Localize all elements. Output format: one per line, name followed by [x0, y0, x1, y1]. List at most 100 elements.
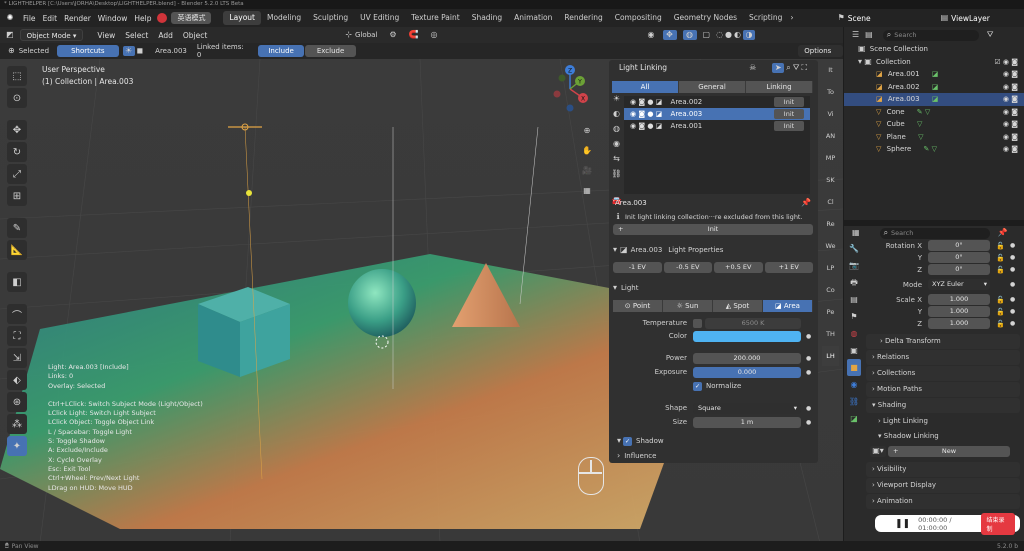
keyframe-dot-icon[interactable]: ● — [806, 333, 811, 340]
keyframe-dot-icon[interactable]: ● — [1010, 318, 1015, 330]
light-filter-icon[interactable]: ☀ — [611, 94, 622, 104]
init-button[interactable]: Init — [774, 97, 804, 107]
skull-icon[interactable]: ☠ — [749, 63, 756, 73]
outliner-editor-icon[interactable]: ☰ — [852, 30, 859, 40]
light-linking-subsection[interactable]: › Light Linking — [866, 414, 1020, 429]
temperature-field[interactable]: 6500 K — [705, 317, 801, 329]
search-icon[interactable]: ⌕ — [786, 63, 790, 73]
shadow-row[interactable]: ▾ ✓ Shadow — [617, 435, 817, 447]
blender-logo-icon[interactable]: ✺ — [4, 13, 16, 23]
collection-tab-icon[interactable]: ▣ — [847, 342, 861, 359]
sphere-object[interactable] — [348, 269, 416, 337]
pause-icon[interactable]: ❚❚ — [895, 519, 910, 529]
shading-rendered-icon[interactable]: ◑ — [743, 30, 756, 40]
filter-icon[interactable]: ⛛ — [987, 30, 994, 40]
light-helper-tool[interactable]: ✦ — [7, 436, 27, 456]
scale-y-field[interactable]: 1.000 — [928, 306, 990, 317]
scale-z-field[interactable]: 1.000 — [928, 318, 990, 329]
new-collection-button[interactable]: + New — [888, 445, 1010, 457]
shading-material-icon[interactable]: ◐ — [734, 30, 741, 40]
rotate-tool[interactable]: ↻ — [7, 142, 27, 162]
expand-icon[interactable]: ⛶ — [801, 63, 807, 73]
keyframe-dot-icon[interactable]: ● — [1010, 264, 1015, 276]
motion-paths-section[interactable]: › Motion Paths — [866, 382, 1020, 397]
select-box-tool[interactable]: ⬚ — [7, 66, 27, 86]
list-item[interactable]: ◉ ◙ ● ◪ Area.001 Init — [624, 120, 810, 132]
perspective-grid-icon[interactable]: ▦ — [579, 181, 595, 201]
keyframe-dot-icon[interactable]: ● — [806, 355, 811, 362]
gizmo-toggle-icon[interactable]: ✥ — [662, 30, 677, 40]
light-helper-hud[interactable]: Light: Area.003 [Include] Links: 0 Overl… — [48, 363, 203, 493]
tab-we[interactable]: We — [822, 236, 839, 256]
type-sun[interactable]: ☼ Sun — [663, 300, 713, 312]
lock-icon[interactable]: 🔓 — [996, 294, 1005, 306]
tab-rendering[interactable]: Rendering — [558, 11, 608, 25]
menu-add[interactable]: Add — [158, 31, 173, 40]
cursor-tool[interactable]: ⊙ — [7, 88, 27, 108]
cursor-pick-icon[interactable]: ➤ — [772, 63, 785, 73]
init-button[interactable]: Init — [774, 109, 804, 119]
animation-section[interactable]: › Animation — [866, 494, 1020, 509]
tab-texture-paint[interactable]: Texture Paint — [405, 11, 465, 25]
ev-plus-1-button[interactable]: +1 EV — [764, 262, 813, 273]
tab-an[interactable]: AN — [822, 126, 839, 146]
tab-lp[interactable]: LP — [822, 258, 839, 278]
world-tab-icon[interactable]: ◍ — [847, 325, 861, 342]
pivot-icon[interactable]: ⚙ — [389, 30, 396, 40]
snap-icon[interactable]: 🧲 — [409, 30, 419, 40]
shortcuts-button[interactable]: Shortcuts — [57, 45, 119, 57]
collection-browse-icon[interactable]: ▣▾ — [870, 445, 886, 457]
swap-icon[interactable]: ⇆ — [611, 154, 622, 164]
shape-dropdown[interactable]: Square ▾ — [693, 402, 801, 414]
properties-search-input[interactable]: ⌕ Search — [879, 227, 990, 239]
transform-tool[interactable]: ⊞ — [7, 186, 27, 206]
tab-cl[interactable]: Cl — [822, 192, 839, 212]
outliner-item[interactable]: ▽ Cube ▽ ◉ ◙ — [844, 118, 1024, 131]
keyframe-dot-icon[interactable]: ● — [1010, 252, 1015, 264]
shading-wireframe-icon[interactable]: ◌ — [716, 30, 723, 40]
relations-section[interactable]: › Relations — [866, 350, 1020, 365]
ime-mode-button[interactable]: 英语模式 — [171, 12, 212, 24]
menu-file[interactable]: File — [23, 14, 36, 23]
color-swatch[interactable] — [693, 330, 801, 342]
move-tool[interactable]: ✥ — [7, 120, 27, 140]
eye-filter-icon[interactable]: ◉ — [611, 139, 622, 149]
tab-item[interactable]: It — [822, 60, 839, 80]
proportional-edit-icon[interactable]: ◎ — [431, 30, 438, 40]
exclude-button[interactable]: Exclude — [304, 45, 357, 57]
lock-icon[interactable]: 🔓 — [996, 240, 1005, 252]
cube-object[interactable] — [198, 287, 290, 377]
scale-tool[interactable]: ⤢ — [7, 164, 27, 184]
pan-hand-icon[interactable]: ✋ — [579, 141, 595, 161]
data-tab-icon[interactable]: ◪ — [847, 410, 861, 427]
keyframe-dot-icon[interactable]: ● — [806, 405, 811, 412]
outliner-search-input[interactable]: ⌕ Search — [882, 29, 979, 41]
scene-tab-icon[interactable]: ⚑ — [847, 308, 861, 325]
type-area[interactable]: ◪ Area — [763, 300, 813, 312]
editor-type-icon[interactable]: ◩ — [6, 30, 14, 40]
shading-section[interactable]: ▾ Shading — [866, 398, 1020, 413]
light-list[interactable]: ◉ ◙ ● ◪ Area.002 Init ◉ ◙ ● ◪ Area.003 I… — [624, 96, 810, 194]
object-filter-icon[interactable]: ◐ — [611, 109, 622, 119]
ev-plus-half-button[interactable]: +0.5 EV — [714, 262, 763, 273]
outliner-item[interactable]: ◪ Area.003 ◪ ◉ ◙ — [844, 93, 1024, 106]
keyframe-dot-icon[interactable]: ● — [1010, 276, 1015, 294]
keyframe-dot-icon[interactable]: ● — [806, 369, 811, 376]
shadow-linking-subsection[interactable]: ▾ Shadow Linking — [866, 429, 1020, 444]
influence-row[interactable]: › Influence — [617, 450, 817, 462]
mode-dropdown[interactable]: Object Mode ▾ — [19, 29, 84, 41]
shading-solid-icon[interactable]: ● — [725, 30, 732, 40]
output-tab-icon[interactable]: 🖶 — [847, 274, 861, 291]
lock-icon[interactable]: 🔓 — [996, 252, 1005, 264]
light-properties-header[interactable]: ▾ ◪ Area.003 Light Properties — [613, 243, 813, 257]
stop-recording-button[interactable]: 结束录制 — [981, 512, 1015, 535]
delta-transform-section[interactable]: › Delta Transform — [866, 334, 1020, 349]
outliner-item[interactable]: ◪ Area.002 ◪ ◉ ◙ — [844, 81, 1024, 94]
tab-th[interactable]: TH — [822, 324, 839, 344]
tool-settings-icon[interactable]: ⊕ — [8, 46, 15, 56]
ev-minus-1-button[interactable]: -1 EV — [613, 262, 662, 273]
particle-tool[interactable]: ⁂ — [7, 414, 27, 434]
selected-dropdown[interactable]: Selected — [19, 47, 49, 55]
normalize-checkbox[interactable]: ✓ — [693, 381, 702, 391]
origin-tool[interactable]: ⊛ — [7, 392, 27, 412]
